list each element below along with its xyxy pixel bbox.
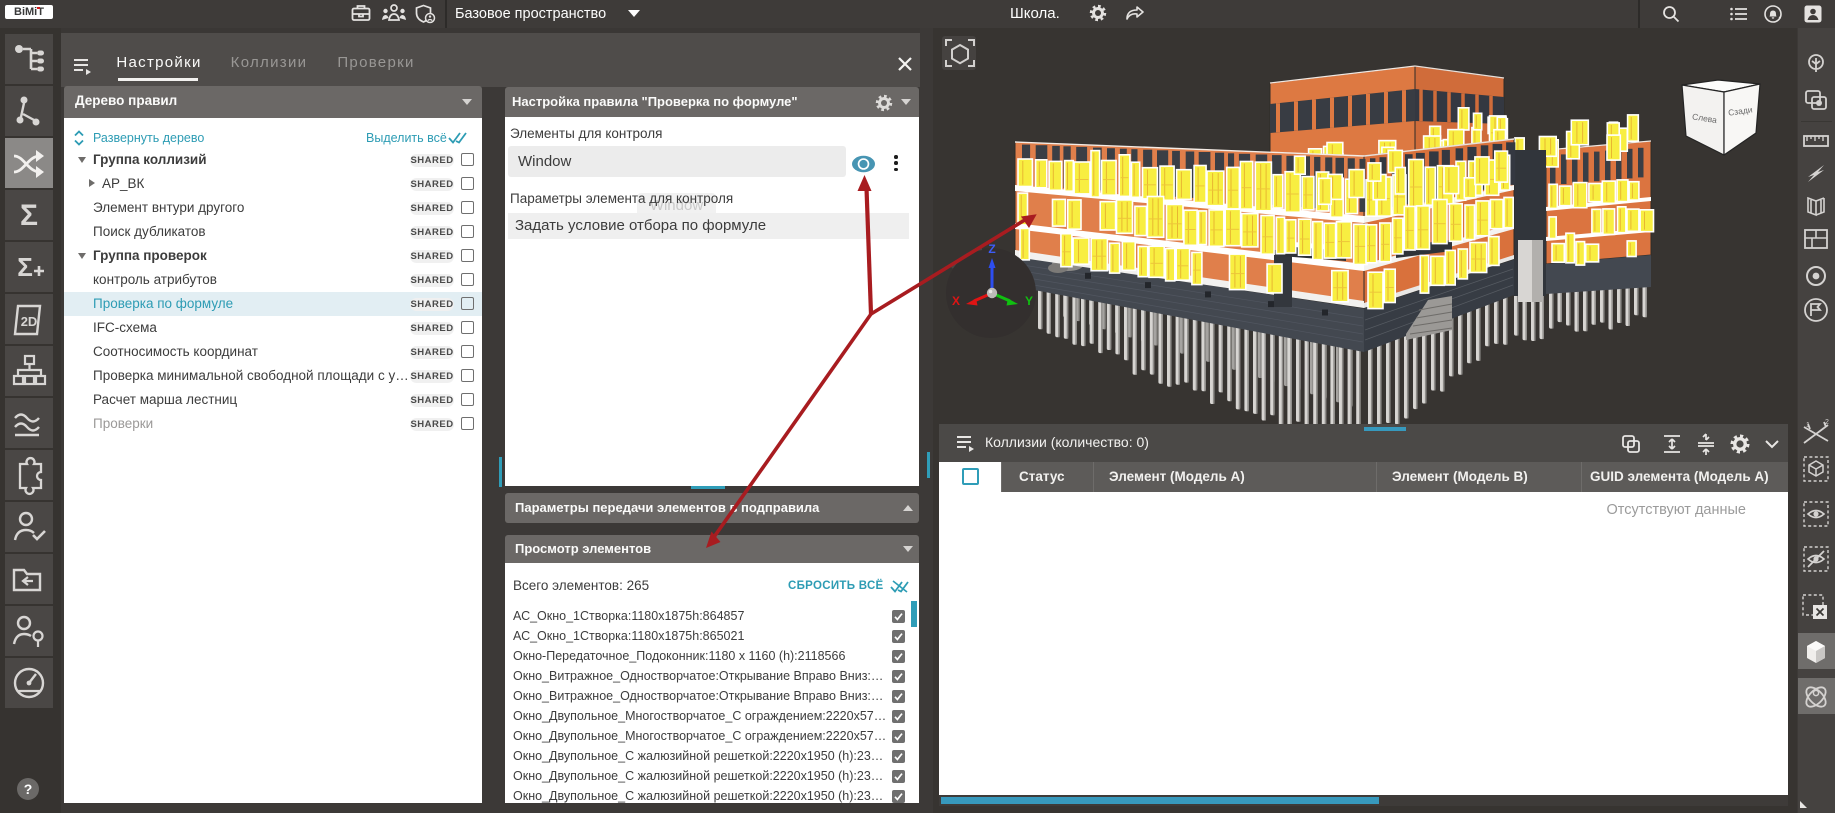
svg-text:X: X <box>952 294 960 308</box>
svg-text:2: 2 <box>1825 419 1829 426</box>
svg-text:Z: Z <box>988 242 995 256</box>
svg-text:Σ: Σ <box>17 252 33 282</box>
svg-text:Y: Y <box>1025 294 1033 308</box>
svg-text:Σ: Σ <box>20 199 38 232</box>
svg-text:1: 1 <box>1806 422 1810 429</box>
svg-text:2D: 2D <box>21 314 38 329</box>
